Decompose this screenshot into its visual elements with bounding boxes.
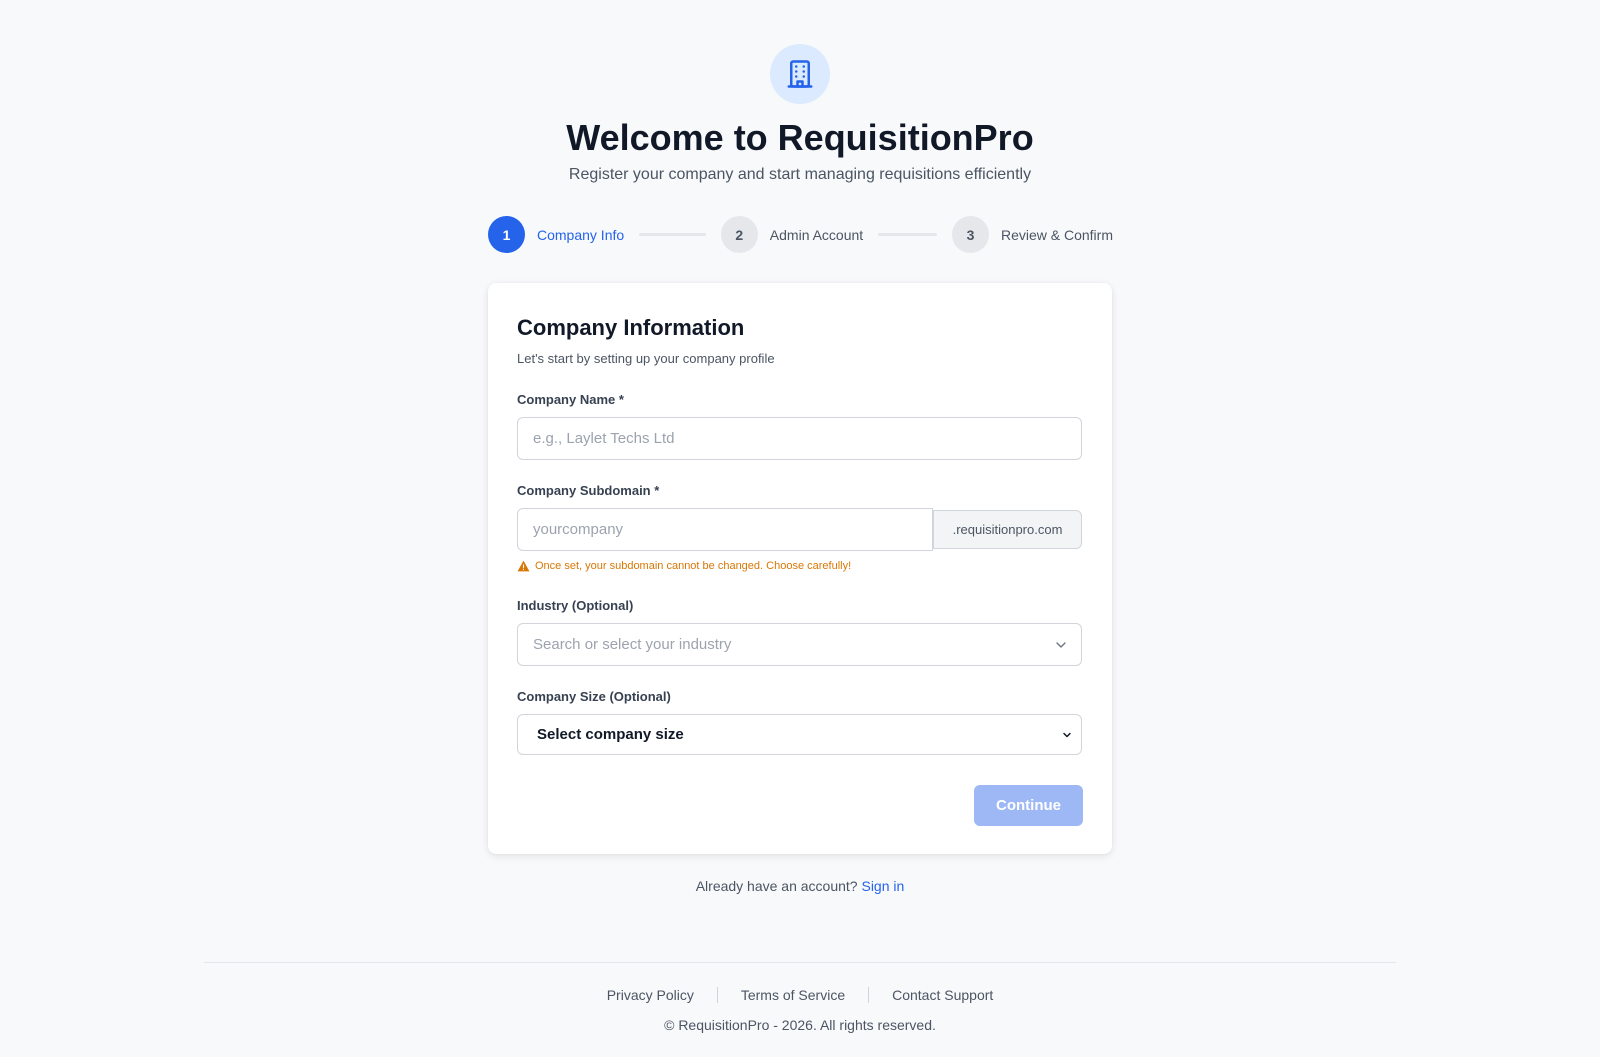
step-number: 1 bbox=[488, 216, 525, 253]
copyright: © RequisitionPro - 2026. All rights rese… bbox=[664, 1017, 936, 1033]
step-connector bbox=[639, 233, 706, 236]
company-subdomain-label: Company Subdomain * bbox=[517, 483, 660, 498]
step-review-confirm: 3 Review & Confirm bbox=[951, 216, 1113, 253]
subdomain-warning: Once set, your subdomain cannot be chang… bbox=[517, 558, 851, 574]
industry-combobox[interactable]: Search or select your industry bbox=[517, 623, 1082, 666]
company-subdomain-input[interactable] bbox=[517, 508, 933, 551]
step-company-info: 1 Company Info bbox=[488, 216, 624, 253]
page-title: Welcome to RequisitionPro bbox=[566, 117, 1034, 158]
company-size-value: Select company size bbox=[537, 726, 684, 743]
subdomain-suffix: .requisitionpro.com bbox=[933, 510, 1082, 549]
progress-stepper: 1 Company Info 2 Admin Account 3 Review … bbox=[488, 216, 1113, 253]
sign-in-link[interactable]: Sign in bbox=[861, 878, 904, 894]
card-subtitle: Let's start by setting up your company p… bbox=[517, 351, 775, 366]
step-number: 3 bbox=[951, 216, 989, 253]
footer-links: Privacy Policy Terms of Service Contact … bbox=[0, 985, 1600, 1005]
warning-icon bbox=[517, 560, 530, 572]
privacy-policy-link[interactable]: Privacy Policy bbox=[607, 985, 694, 1005]
footer-divider bbox=[204, 962, 1396, 963]
company-name-label: Company Name * bbox=[517, 392, 624, 407]
industry-label: Industry (Optional) bbox=[517, 598, 634, 613]
warning-text: Once set, your subdomain cannot be chang… bbox=[535, 560, 852, 572]
step-label: Admin Account bbox=[769, 226, 864, 243]
step-number: 2 bbox=[720, 216, 758, 253]
industry-placeholder: Search or select your industry bbox=[533, 636, 732, 653]
page-subtitle: Register your company and start managing… bbox=[568, 166, 1032, 183]
company-size-select[interactable]: Select company size bbox=[517, 714, 1082, 755]
company-name-input[interactable] bbox=[517, 417, 1082, 460]
contact-support-link[interactable]: Contact Support bbox=[892, 985, 993, 1005]
step-label: Review & Confirm bbox=[1000, 226, 1113, 243]
chevron-down-icon bbox=[1063, 732, 1071, 738]
step-connector bbox=[878, 233, 937, 236]
chevron-down-icon bbox=[1056, 642, 1066, 648]
registration-page: Welcome to RequisitionPro Register your … bbox=[0, 0, 1600, 1057]
step-admin-account: 2 Admin Account bbox=[720, 216, 864, 253]
continue-button[interactable]: Continue bbox=[974, 785, 1083, 826]
logo-badge bbox=[770, 44, 830, 104]
signin-prompt: Already have an account? Sign in bbox=[0, 876, 1600, 896]
card-title: Company Information bbox=[517, 315, 745, 340]
terms-of-service-link[interactable]: Terms of Service bbox=[741, 985, 845, 1005]
step-label: Company Info bbox=[537, 226, 625, 243]
footer-separator bbox=[716, 987, 718, 1003]
building-icon bbox=[787, 60, 813, 88]
company-size-label: Company Size (Optional) bbox=[517, 689, 671, 704]
company-info-card: Company Information Let's start by setti… bbox=[488, 283, 1112, 854]
signin-prompt-text: Already have an account? bbox=[695, 878, 858, 894]
footer-separator bbox=[868, 987, 870, 1003]
